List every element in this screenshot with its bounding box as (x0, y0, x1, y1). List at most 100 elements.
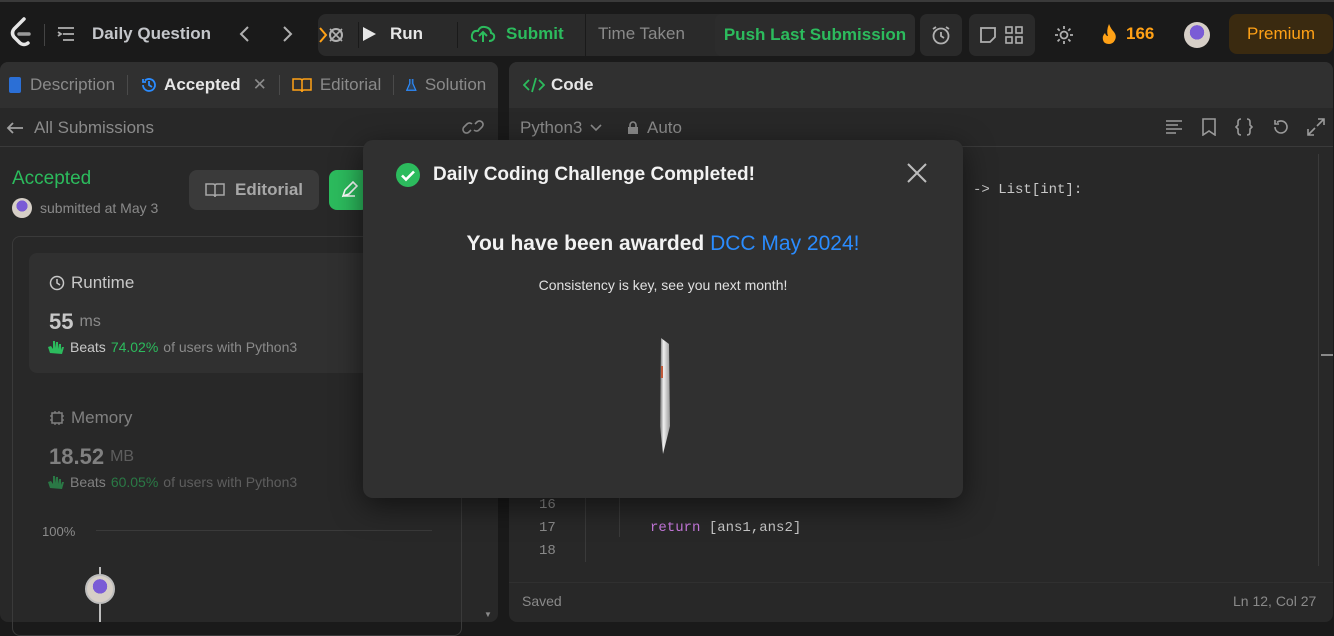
clap-icon (48, 341, 64, 354)
streak-counter[interactable]: 166 (1100, 14, 1154, 54)
runtime-label: Runtime (71, 273, 135, 292)
tab-solution[interactable]: Solution (406, 75, 486, 95)
indent-guide (619, 492, 620, 537)
next-question-icon[interactable] (280, 14, 294, 54)
memory-beats-label: Beats (70, 474, 106, 490)
layout-grid-icon[interactable] (1004, 24, 1024, 46)
runtime-beats-suffix: of users with Python3 (163, 339, 298, 355)
debug-icon[interactable] (318, 24, 348, 46)
arrow-left-icon (6, 122, 23, 134)
chip-icon (50, 411, 64, 425)
challenge-completed-modal: Daily Coding Challenge Completed! You ha… (363, 140, 963, 498)
cursor-position: Ln 12, Col 27 (1233, 593, 1317, 609)
modal-title: Daily Coding Challenge Completed! (433, 164, 755, 185)
memory-value: 18.52 (49, 444, 105, 469)
code-text: -> List[int]: (973, 182, 1083, 198)
language-label: Python3 (520, 118, 583, 137)
tab-accepted[interactable]: Accepted ✕ (140, 75, 267, 95)
settings-gear-icon[interactable] (1053, 24, 1075, 46)
save-status: Saved (522, 593, 562, 609)
badge-image (657, 336, 673, 461)
memory-label: Memory (71, 408, 133, 427)
code-line-signature[interactable]: -> List[int]: (973, 182, 1082, 198)
expand-icon[interactable] (1307, 118, 1325, 136)
code-line-return[interactable]: return [ans1,ans2] (650, 520, 801, 536)
flask-icon (406, 78, 417, 91)
edit-icon (341, 181, 358, 198)
prev-question-icon[interactable] (238, 14, 252, 54)
tab-description[interactable]: Description (0, 75, 115, 95)
daily-question-link[interactable]: Daily Question (56, 14, 211, 54)
submit-label: Submit (506, 24, 564, 43)
memory-unit: MB (110, 448, 135, 465)
play-icon (363, 27, 376, 41)
submit-button[interactable]: Submit (470, 14, 564, 54)
runtime-beats-label: Beats (70, 339, 106, 355)
share-link-icon[interactable] (462, 118, 484, 136)
note-icon[interactable] (978, 24, 998, 46)
award-name[interactable]: DCC May 2024! (710, 232, 859, 255)
memory-beats-suffix: of users with Python3 (163, 474, 298, 490)
tab-solution-label: Solution (424, 75, 487, 94)
braces-icon[interactable] (1235, 118, 1253, 136)
clap-icon (48, 476, 64, 489)
modal-header: Daily Coding Challenge Completed! (395, 162, 755, 188)
top-bar: Daily Question Run Submit Time Taken Pus… (0, 0, 1334, 64)
push-last-submission-button[interactable]: Push Last Submission (715, 14, 915, 56)
submitted-info: submitted at May 3 (12, 198, 172, 218)
all-submissions-label: All Submissions (34, 118, 154, 137)
tab-code[interactable]: Code (551, 75, 594, 95)
auto-mode[interactable]: Auto (627, 118, 682, 138)
history-icon (142, 78, 156, 92)
editor-toolbar (1165, 118, 1325, 136)
leetcode-logo-icon[interactable] (8, 16, 38, 50)
check-circle-icon (396, 163, 420, 187)
code-tab-bar: Code (509, 62, 1333, 108)
tab-editorial-label: Editorial (319, 75, 382, 94)
user-avatar[interactable] (1184, 22, 1210, 48)
fire-icon (1102, 24, 1116, 44)
divider (44, 24, 45, 46)
language-select[interactable]: Python3 (520, 118, 602, 138)
chart-y-label: 100% (42, 524, 76, 539)
runtime-unit: ms (79, 313, 101, 330)
submitter-avatar (12, 198, 32, 218)
timer-button[interactable] (920, 14, 962, 56)
tab-editorial[interactable]: Editorial (292, 75, 381, 95)
scroll-down-icon[interactable]: ▼ (484, 610, 492, 620)
mode-label: Auto (647, 118, 682, 137)
runtime-value: 55 (49, 309, 74, 334)
submission-status: Accepted (12, 168, 92, 189)
rotating-badge-icon (660, 338, 670, 454)
runtime-beats-value: 74.02% (110, 339, 159, 355)
award-subtitle: Consistency is key, see you next month! (538, 277, 788, 293)
line-number: 18 (539, 543, 556, 559)
submitted-text: submitted at May 3 (40, 200, 159, 216)
cloud-upload-icon (470, 25, 496, 42)
all-submissions-link[interactable]: All Submissions (6, 118, 154, 138)
chart-gridline (96, 530, 432, 531)
reset-icon[interactable] (1271, 118, 1289, 136)
document-icon (9, 77, 21, 93)
line-number: 16 (539, 497, 556, 513)
minimap-marker (1321, 354, 1333, 356)
close-icon[interactable] (906, 162, 928, 184)
code-icon (523, 77, 545, 93)
editorial-button[interactable]: Editorial (189, 170, 319, 210)
chart-user-avatar[interactable] (85, 574, 115, 604)
tab-accepted-label: Accepted (164, 75, 241, 94)
list-icon (57, 27, 74, 41)
memory-beats-value: 60.05% (110, 474, 159, 490)
indent-guide (585, 492, 586, 562)
line-number: 17 (539, 520, 556, 536)
format-icon[interactable] (1165, 119, 1183, 135)
bookmark-icon[interactable] (1201, 118, 1217, 136)
run-label: Run (390, 24, 424, 43)
alarm-clock-icon (932, 26, 950, 45)
premium-button[interactable]: Premium (1229, 14, 1333, 54)
run-button[interactable]: Run (360, 14, 423, 54)
clock-icon (49, 275, 65, 291)
close-tab-icon[interactable]: ✕ (253, 75, 267, 95)
daily-question-label: Daily Question (92, 24, 212, 43)
editor-scrollbar[interactable] (1318, 154, 1319, 566)
